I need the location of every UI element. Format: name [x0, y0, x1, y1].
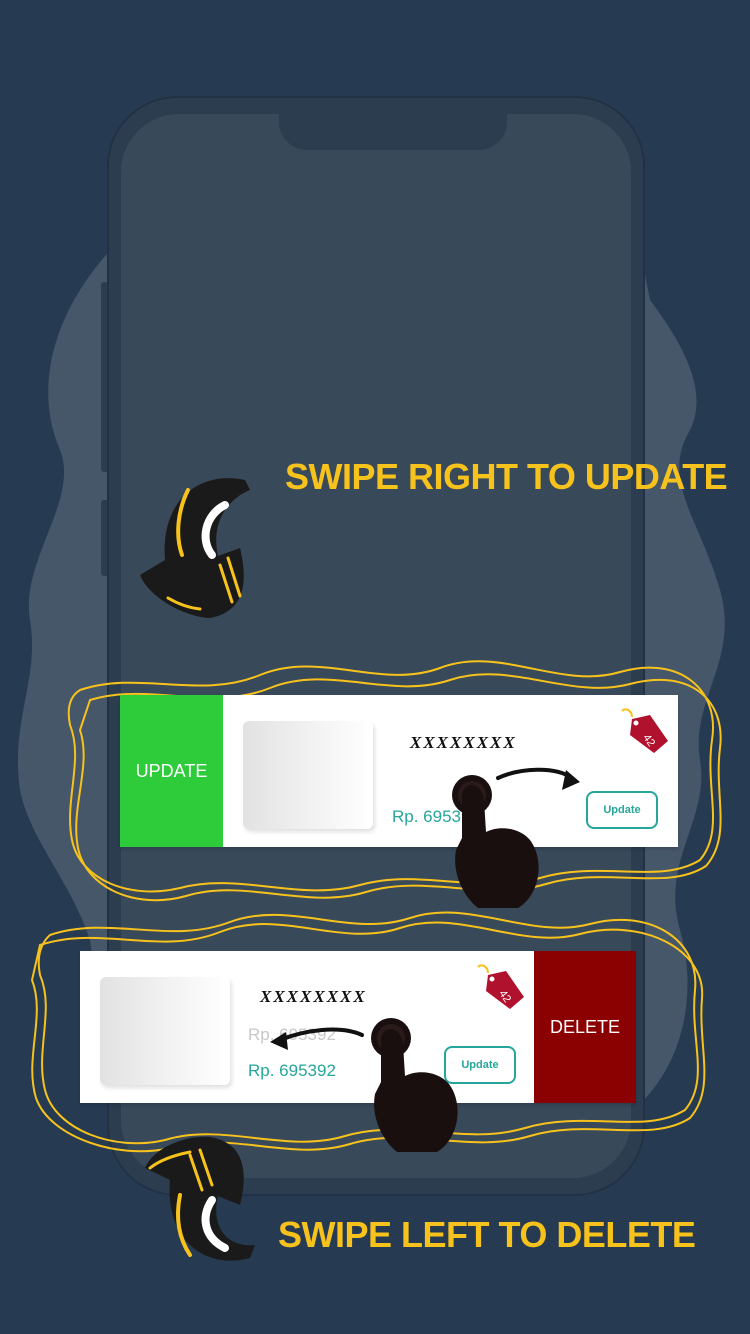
product-price: Rp. 695392: [392, 807, 480, 826]
update-button[interactable]: Update: [586, 791, 658, 829]
product-thumbnail: [243, 721, 373, 829]
product-card-swipe-update[interactable]: UPDATE XXXXXXXX Rp. 695392 Update 42: [120, 695, 678, 847]
product-thumbnail: [100, 977, 230, 1085]
product-card-swipe-delete[interactable]: XXXXXXXX Rp. 695392 Rp. 695392 Update 42…: [80, 951, 636, 1103]
update-button[interactable]: Update: [444, 1046, 516, 1084]
delete-action-label: DELETE: [549, 1016, 621, 1037]
discount-tag-icon: 42: [621, 708, 668, 753]
delete-action-panel[interactable]: DELETE: [534, 951, 636, 1103]
swipe-left-headline: SWIPE LEFT TO DELETE: [278, 1214, 696, 1255]
product-title: XXXXXXXX: [410, 733, 517, 752]
phone-notch: [279, 114, 507, 150]
product-price-ghost: Rp. 695392: [248, 1025, 336, 1044]
product-price: Rp. 695392: [248, 1061, 336, 1080]
update-action-panel[interactable]: UPDATE: [120, 695, 223, 847]
discount-tag-icon: 42: [477, 964, 524, 1009]
swipe-right-headline: SWIPE RIGHT TO UPDATE: [285, 456, 728, 497]
update-action-label: UPDATE: [135, 760, 208, 781]
product-title: XXXXXXXX: [260, 987, 367, 1006]
